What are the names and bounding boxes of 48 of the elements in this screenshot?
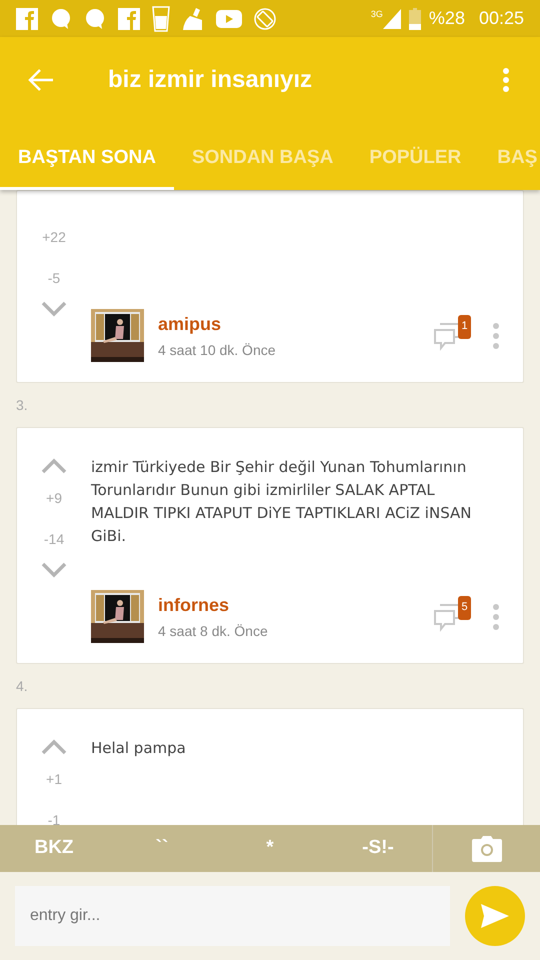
upvote-count: +22 (42, 228, 66, 247)
signal-icon (382, 8, 401, 28)
more-icon[interactable] (493, 604, 499, 630)
author-link[interactable]: infornes (158, 592, 419, 618)
upvote-icon[interactable] (41, 739, 67, 755)
downvote-icon[interactable] (41, 562, 67, 578)
play-icon (216, 10, 242, 28)
network-label: 3G (370, 10, 383, 18)
send-icon (481, 904, 509, 928)
upvote-icon[interactable] (41, 458, 67, 474)
downvote-count: -14 (44, 530, 64, 549)
tab[interactable]: SONDAN BAŞA (174, 123, 352, 190)
entry-number: 3. (16, 396, 28, 414)
back-arrow-icon[interactable] (28, 68, 54, 92)
downvote-count: -1 (48, 811, 60, 825)
downvote-count: -5 (48, 269, 60, 288)
upvote-count: +9 (46, 489, 62, 508)
rotation-icon (254, 8, 276, 30)
facebook-icon (16, 8, 38, 30)
tab[interactable]: POPÜLER (351, 123, 480, 190)
glass-icon (152, 6, 170, 32)
chat-bubble-icon (84, 8, 106, 30)
tab[interactable]: BAŞ (479, 123, 540, 190)
more-icon[interactable] (502, 67, 510, 93)
broom-icon (182, 6, 204, 30)
entry-input-field[interactable]: entry gir... (15, 886, 450, 946)
upvote-count: +1 (46, 770, 62, 789)
entry-time: 4 saat 10 dk. Önce (158, 340, 277, 360)
comment-count-badge: 1 (458, 314, 471, 338)
chat-bubble-icon (50, 8, 72, 30)
format-button[interactable]: -S!- (324, 825, 432, 872)
page-title: biz izmir insanıyız (108, 65, 312, 95)
more-icon[interactable] (493, 322, 499, 348)
battery-percent: %28 (428, 7, 465, 30)
format-button[interactable]: `` (108, 825, 216, 872)
battery-icon (408, 8, 421, 30)
camera-icon[interactable] (472, 836, 502, 862)
format-button[interactable]: * (216, 825, 324, 872)
entry-number: 4. (16, 676, 28, 696)
entry-time: 4 saat 8 dk. Önce (158, 622, 269, 640)
facebook-icon (118, 8, 140, 30)
clock: 00:25 (478, 7, 524, 30)
entry-text: izmir Türkiyede Bir Şehir değil Yunan Tohumlarının Torunlarıdır Bunun gibi izmirliler SALAK APTAL MALDIR TIPKI ATAPUT DiYE TAPTIKLARI ACiZ iNSAN GiBi. (91, 457, 472, 547)
author-link[interactable]: amipus (158, 310, 419, 338)
comment-count-badge: 5 (458, 596, 471, 620)
entry-text: Helal pampa (91, 738, 187, 759)
downvote-icon[interactable] (41, 301, 67, 317)
format-button[interactable]: BKZ (0, 825, 108, 872)
